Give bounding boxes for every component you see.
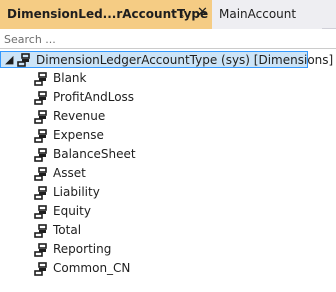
enum-value-icon <box>34 129 47 143</box>
tree-item[interactable]: Blank <box>0 69 300 88</box>
document-tab-bar: DimensionLed...rAccountType ⊸ ✕ MainAcco… <box>0 0 336 29</box>
tree-item-label: Revenue <box>53 109 106 123</box>
tree-item-label: Blank <box>53 71 87 85</box>
enum-value-icon <box>34 262 47 276</box>
tree-item-label: ProfitAndLoss <box>53 90 135 104</box>
search-input[interactable] <box>4 31 304 47</box>
tab-main-account[interactable]: MainAccount <box>212 0 322 29</box>
tab-dimension-ledger-account-type[interactable]: DimensionLed...rAccountType ⊸ ✕ <box>0 0 212 29</box>
tree-item-label: Liability <box>53 185 100 199</box>
tree-item[interactable]: Expense <box>0 126 300 145</box>
tree-item[interactable]: Equity <box>0 202 300 221</box>
search-box <box>0 29 336 49</box>
close-icon[interactable]: ✕ <box>197 5 208 21</box>
tree-item[interactable]: BalanceSheet <box>0 145 300 164</box>
tree-item[interactable]: Liability <box>0 183 300 202</box>
enum-value-icon <box>34 186 47 200</box>
tree-root-label: DimensionLedgerAccountType (sys) [Dimens… <box>36 53 334 67</box>
enum-value-icon <box>34 91 47 105</box>
tree-item-label: Expense <box>53 128 104 142</box>
enum-value-icon <box>34 167 47 181</box>
tree-item[interactable]: Common_CN <box>0 259 300 278</box>
tree-item-label: BalanceSheet <box>53 147 136 161</box>
tree-root-node[interactable]: ◢ DimensionLedgerAccountType (sys) [Dime… <box>0 51 333 68</box>
tree-item-label: Reporting <box>53 242 112 256</box>
tree-item[interactable]: Revenue <box>0 107 300 126</box>
tree-item[interactable]: ProfitAndLoss <box>0 88 300 107</box>
enum-icon <box>17 53 30 67</box>
pin-icon[interactable]: ⊸ <box>175 9 189 18</box>
tree-item-label: Total <box>53 223 82 237</box>
enum-value-icon <box>34 148 47 162</box>
enum-value-icon <box>34 224 47 238</box>
enum-value-icon <box>34 110 47 124</box>
tree-item[interactable]: Reporting <box>0 240 300 259</box>
tree-item-label: Equity <box>53 204 91 218</box>
enum-value-icon <box>34 243 47 257</box>
tree-item-label: Asset <box>53 166 86 180</box>
enum-value-icon <box>34 205 47 219</box>
collapse-arrow-icon[interactable]: ◢ <box>5 52 13 67</box>
tab-title: MainAccount <box>219 7 297 21</box>
enum-value-icon <box>34 72 47 86</box>
tree-item-label: Common_CN <box>53 261 131 275</box>
tree-item[interactable]: Asset <box>0 164 300 183</box>
tree-item[interactable]: Total <box>0 221 300 240</box>
